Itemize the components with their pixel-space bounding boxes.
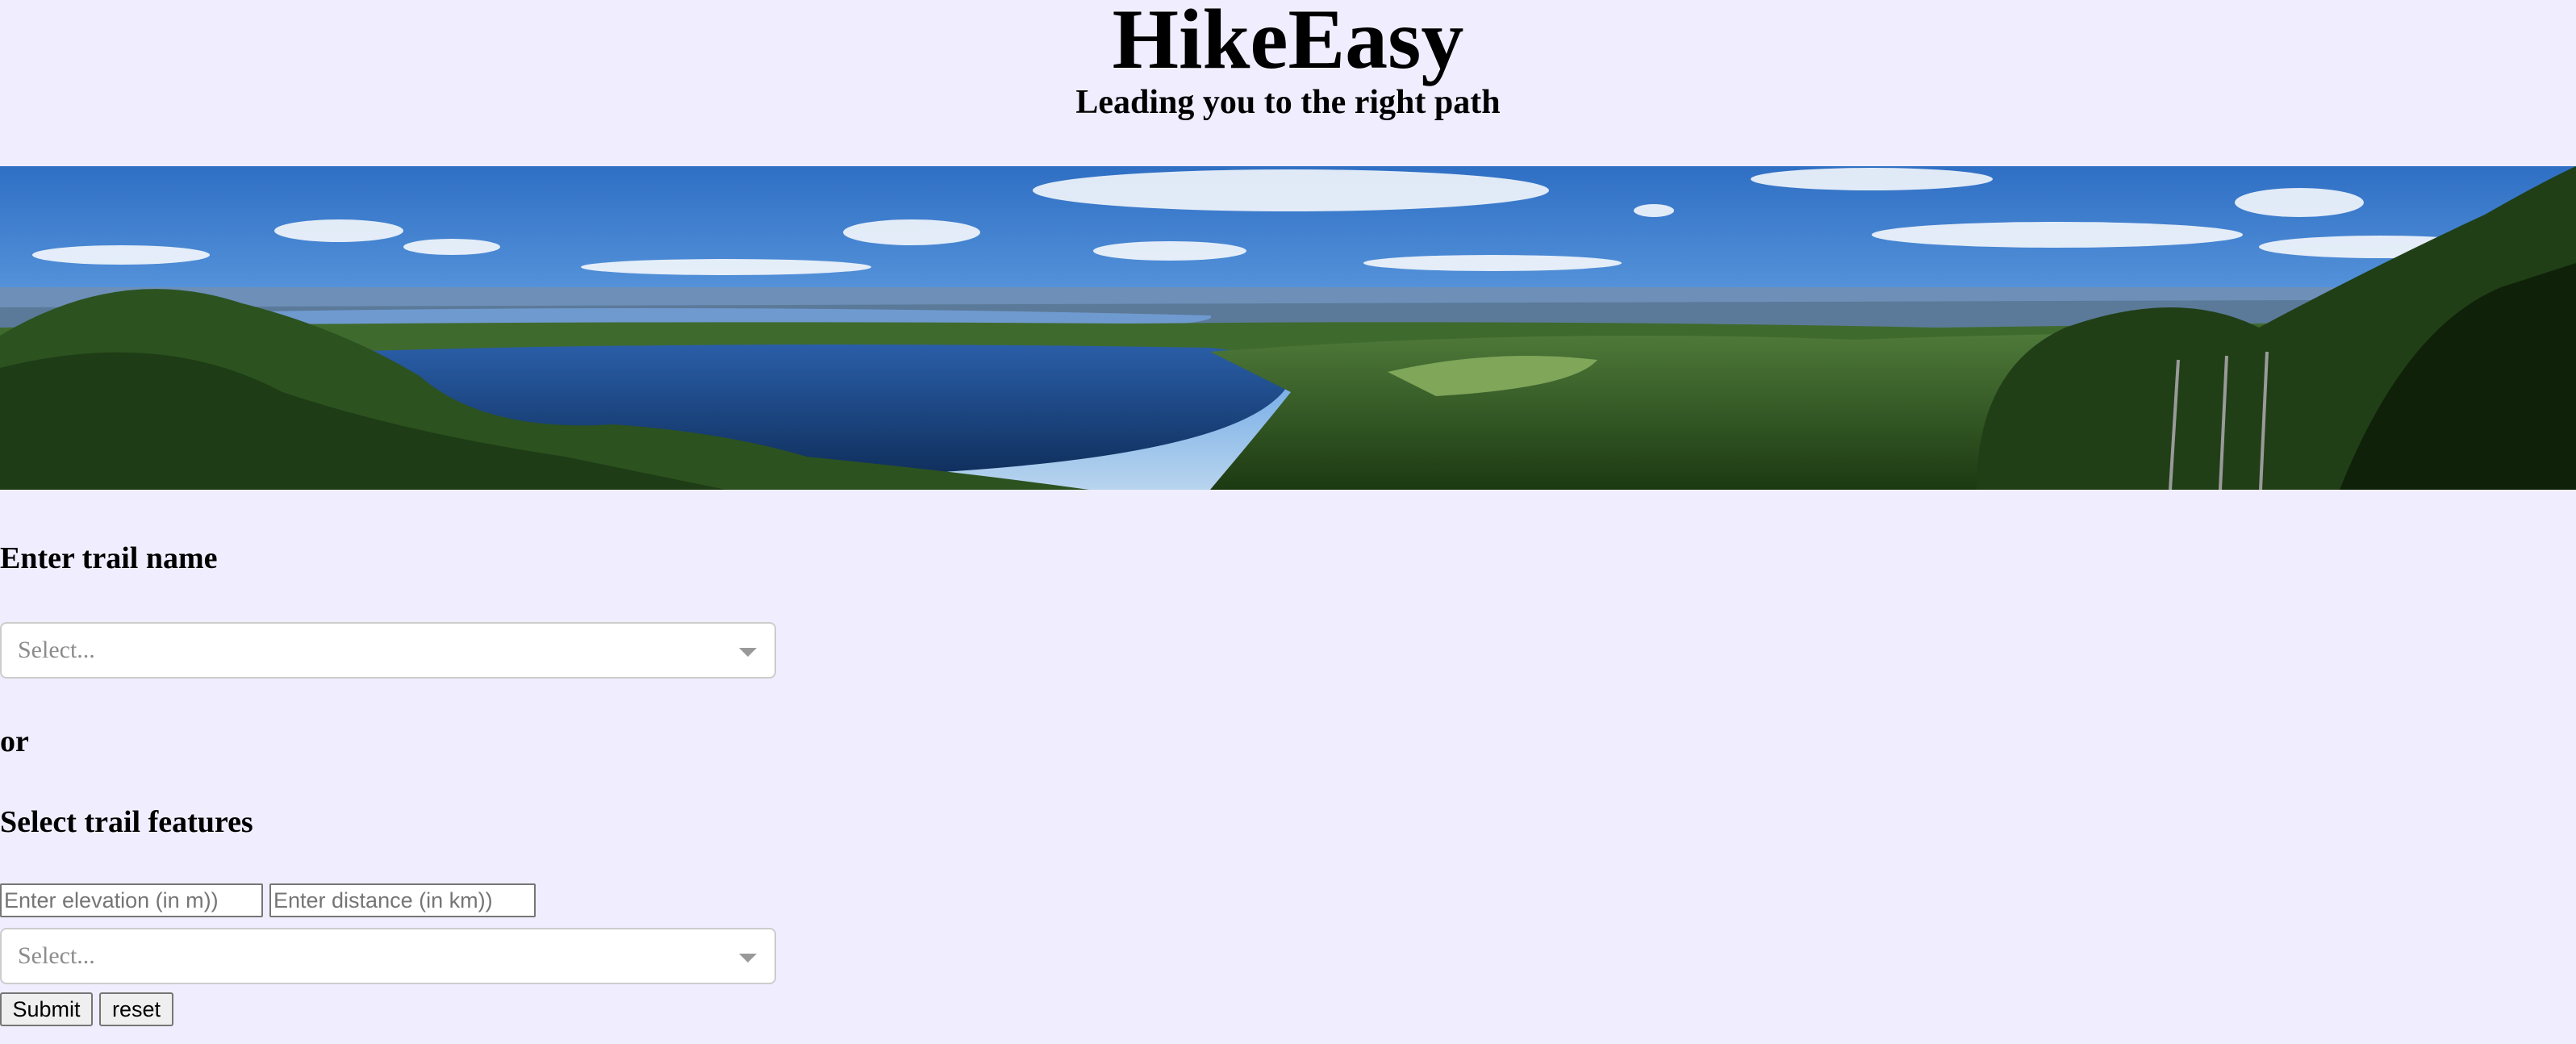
trail-name-select[interactable]: Select... (0, 622, 776, 679)
distance-input[interactable] (269, 883, 536, 917)
trail-features-heading: Select trail features (0, 805, 253, 839)
submit-button[interactable]: Submit (0, 992, 93, 1026)
site-tagline: Leading you to the right path (1075, 84, 1501, 121)
chevron-down-icon[interactable] (739, 954, 757, 963)
trail-name-heading: Enter trail name (0, 541, 218, 575)
select-placeholder: Select... (18, 942, 95, 969)
landscape-banner-image (0, 166, 2576, 490)
select-placeholder: Select... (18, 637, 95, 663)
reset-button[interactable]: reset (99, 992, 173, 1026)
site-header: HikeEasy Leading you to the right path (0, 0, 2576, 166)
site-title: HikeEasy (1112, 0, 1464, 86)
elevation-input[interactable] (0, 883, 263, 917)
chevron-down-icon[interactable] (739, 648, 757, 657)
trail-features-select[interactable]: Select... (0, 928, 776, 984)
or-separator: or (0, 725, 29, 758)
